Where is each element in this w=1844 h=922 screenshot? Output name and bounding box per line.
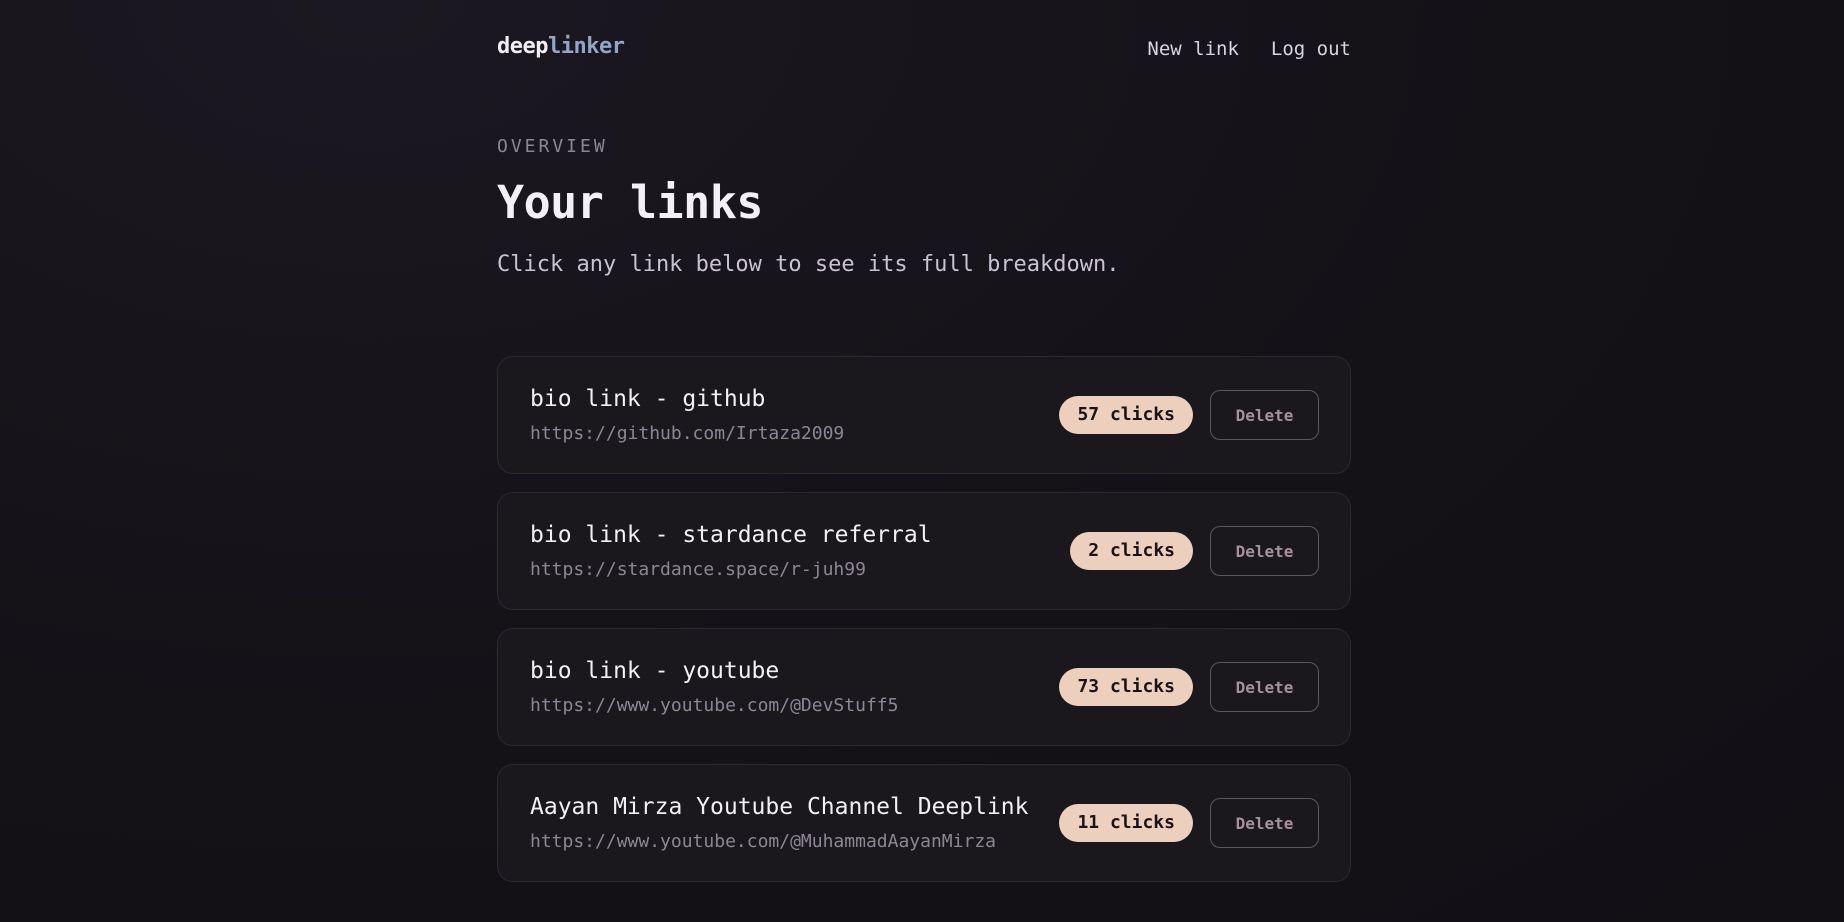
link-name: Aayan Mirza Youtube Channel Deeplink [530,794,1029,820]
link-actions: 73 clicks Delete [1059,662,1319,712]
link-card[interactable]: bio link - github https://github.com/Irt… [497,356,1351,474]
link-url: https://github.com/Irtaza2009 [530,423,845,444]
links-list: bio link - github https://github.com/Irt… [497,356,1351,900]
link-card[interactable]: bio link - youtube https://www.youtube.c… [497,628,1351,746]
link-url: https://www.youtube.com/@DevStuff5 [530,695,899,716]
delete-button[interactable]: Delete [1210,526,1319,576]
log-out-nav-link[interactable]: Log out [1271,38,1351,60]
link-name: bio link - stardance referral [530,522,932,548]
clicks-badge: 11 clicks [1059,804,1193,842]
new-link-nav-link[interactable]: New link [1147,38,1239,60]
top-nav: New link Log out [1147,38,1351,60]
link-url: https://stardance.space/r-juh99 [530,559,866,580]
link-actions: 2 clicks Delete [1070,526,1319,576]
delete-button[interactable]: Delete [1210,662,1319,712]
clicks-badge: 57 clicks [1059,396,1193,434]
link-actions: 11 clicks Delete [1059,798,1319,848]
logo[interactable]: deeplinker [497,34,625,59]
page-container: deeplinker New link Log out OVERVIEW You… [497,0,1351,882]
link-actions: 57 clicks Delete [1059,390,1319,440]
logo-part-deep: deep [497,34,548,59]
link-card[interactable]: bio link - stardance referral https://st… [497,492,1351,610]
link-card[interactable]: Aayan Mirza Youtube Channel Deeplink htt… [497,764,1351,882]
logo-part-linker: linker [547,34,625,59]
link-url: https://www.youtube.com/@MuhammadAayanMi… [530,831,996,852]
clicks-badge: 2 clicks [1070,532,1193,570]
section-eyebrow: OVERVIEW [497,136,608,157]
page-title: Your links [497,176,763,229]
link-name: bio link - github [530,386,766,412]
header: deeplinker New link Log out [497,0,1351,100]
delete-button[interactable]: Delete [1210,798,1319,848]
link-name: bio link - youtube [530,658,780,684]
delete-button[interactable]: Delete [1210,390,1319,440]
page-subtitle: Click any link below to see its full bre… [497,252,1120,277]
clicks-badge: 73 clicks [1059,668,1193,706]
